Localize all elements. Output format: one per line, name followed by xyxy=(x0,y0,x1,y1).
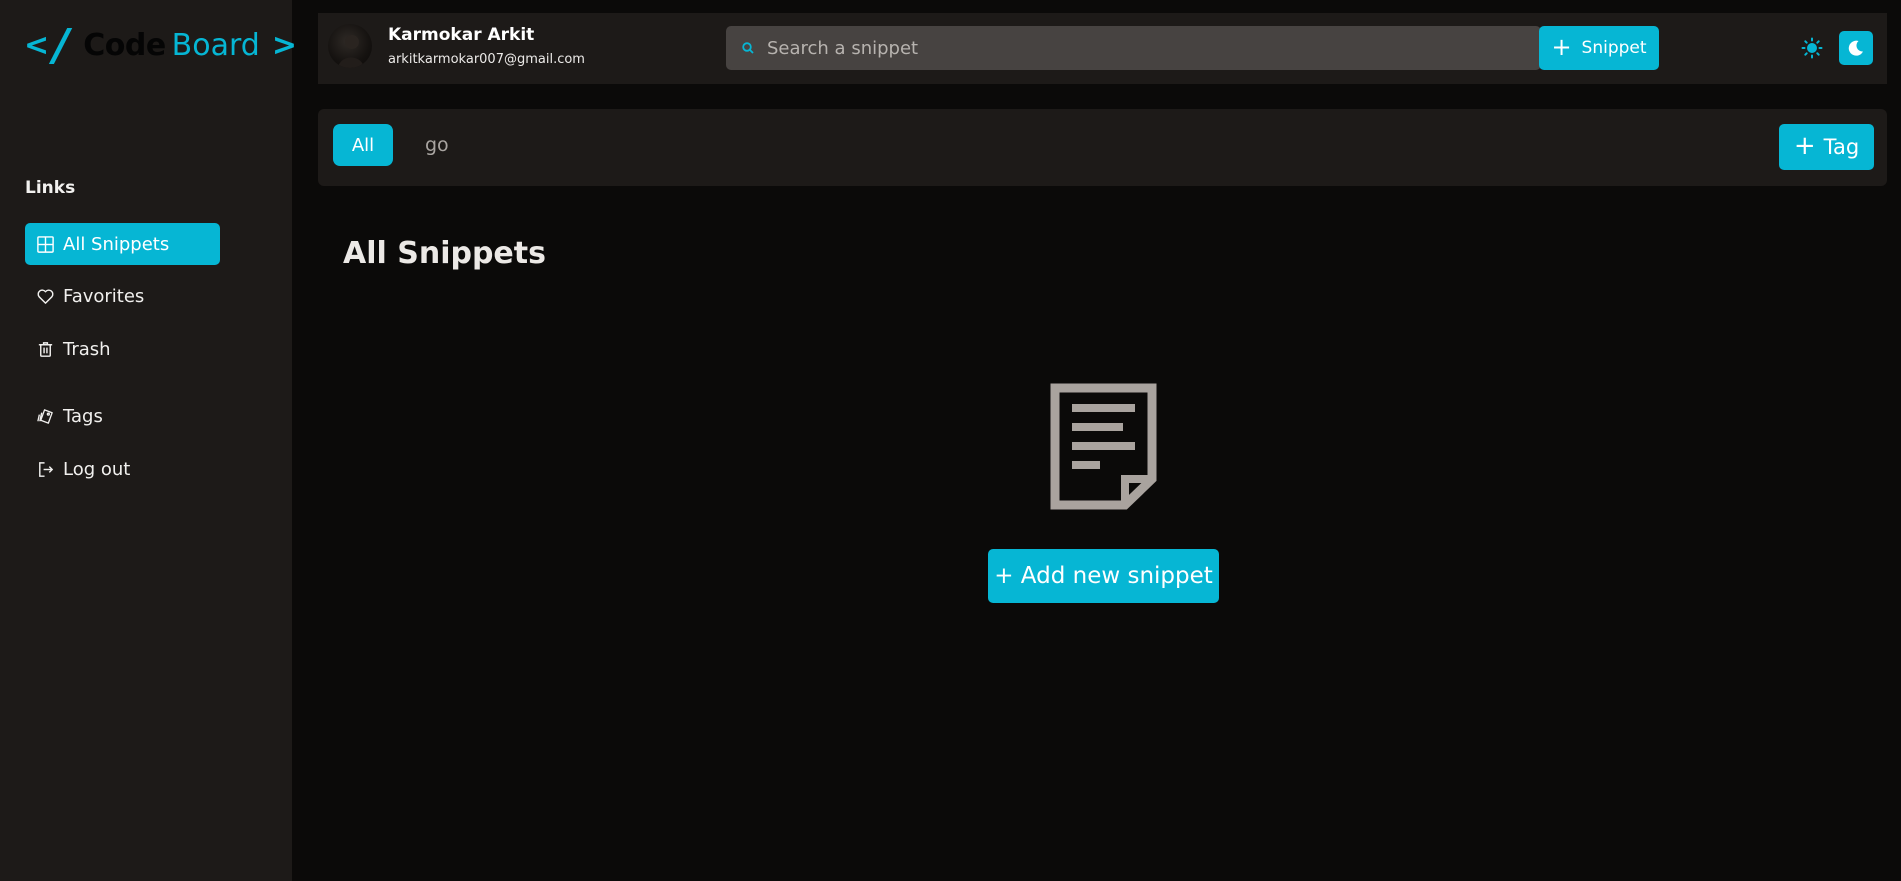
tags-icon xyxy=(37,408,53,424)
plus-icon: + xyxy=(1793,130,1816,161)
add-tag-label: Tag xyxy=(1823,135,1860,159)
add-new-snippet-button[interactable]: + Add new snippet xyxy=(988,549,1219,603)
logo-slash: / xyxy=(53,19,70,71)
add-snippet-button[interactable]: + Snippet xyxy=(1539,26,1659,70)
sidebar-item-logout[interactable]: Log out xyxy=(25,448,220,490)
app-logo[interactable]: < / Code Board > xyxy=(24,19,297,71)
add-tag-button[interactable]: + Tag xyxy=(1779,124,1874,170)
search-input[interactable] xyxy=(767,37,1541,59)
sidebar-item-trash[interactable]: Trash xyxy=(25,328,220,370)
plus-icon: + xyxy=(1551,33,1572,61)
sidebar-item-label: Log out xyxy=(63,458,131,480)
logo-open-bracket: < xyxy=(24,27,50,63)
sidebar-item-favorites[interactable]: Favorites xyxy=(25,275,220,317)
sidebar-item-tags[interactable]: Tags xyxy=(25,395,220,437)
trash-icon xyxy=(38,341,53,357)
sun-icon[interactable] xyxy=(1801,37,1823,59)
logo-code-text: Code xyxy=(83,27,166,63)
moon-icon xyxy=(1848,40,1863,56)
tag-go[interactable]: go xyxy=(425,124,449,166)
add-snippet-label: Snippet xyxy=(1581,38,1647,58)
sidebar-item-label: All Snippets xyxy=(63,233,170,255)
user-name: Karmokar Arkit xyxy=(388,25,535,45)
heart-icon xyxy=(37,288,54,304)
grid-icon xyxy=(37,235,54,253)
tag-all[interactable]: All xyxy=(333,124,393,166)
logo-close-bracket: > xyxy=(271,27,297,63)
user-email: arkitkarmokar007@gmail.com xyxy=(388,52,585,67)
dark-mode-toggle[interactable] xyxy=(1839,31,1873,65)
logo-board-text: Board xyxy=(171,27,260,63)
avatar[interactable] xyxy=(328,24,372,68)
sidebar-item-label: Trash xyxy=(63,338,111,360)
sidebar-item-label: Favorites xyxy=(63,285,145,307)
links-heading: Links xyxy=(25,178,76,198)
top-header: Karmokar Arkit arkitkarmokar007@gmail.co… xyxy=(318,13,1887,84)
page-title: All Snippets xyxy=(343,236,546,271)
sidebar-item-all-snippets[interactable]: All Snippets xyxy=(25,223,220,265)
sidebar-item-label: Tags xyxy=(63,405,103,427)
tag-filter-bar: All go + Tag xyxy=(318,109,1887,186)
logout-icon xyxy=(39,461,54,477)
search-icon xyxy=(742,42,754,54)
avatar-image xyxy=(338,35,364,68)
empty-document-icon xyxy=(1050,383,1157,510)
sidebar: < / Code Board > Links All Snippets Favo… xyxy=(0,0,297,881)
search-bar[interactable] xyxy=(726,26,1541,70)
